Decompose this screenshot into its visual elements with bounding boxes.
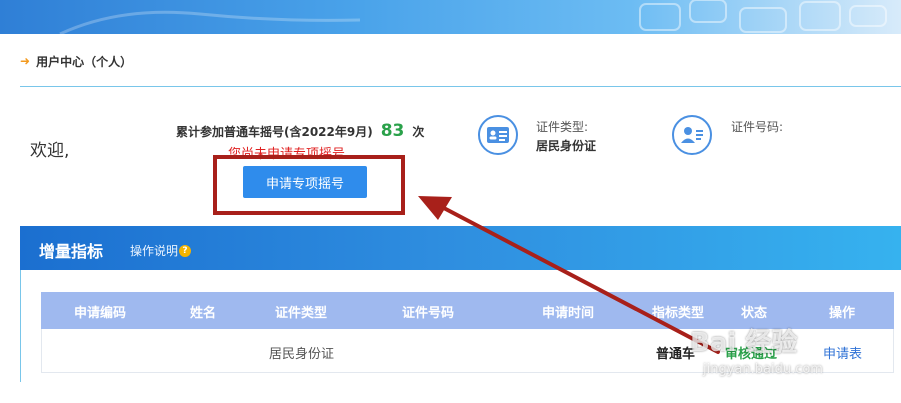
page-heading: ➜ 用户中心（个人） xyxy=(20,52,132,70)
id-type-value: 居民身份证 xyxy=(536,139,597,153)
application-form-link[interactable]: 申请表 xyxy=(823,343,862,362)
page-title: 用户中心（个人） xyxy=(36,54,133,69)
th-status: 状态 xyxy=(741,306,768,321)
th-id-number: 证件号码 xyxy=(402,306,455,321)
baidu-watermark-url: jingyan.baidu.com xyxy=(703,362,823,377)
id-type-label: 证件类型: xyxy=(536,120,589,134)
participation-unit: 次 xyxy=(412,125,425,139)
question-icon: ? xyxy=(179,244,192,257)
cell-id-type: 居民身份证 xyxy=(269,347,335,362)
id-card-icon xyxy=(478,115,518,155)
participation-number: 83 xyxy=(380,121,405,141)
annotation-box xyxy=(213,155,405,215)
help-link-label: 操作说明 xyxy=(130,244,179,258)
heading-divider xyxy=(20,86,901,87)
participation-count: 累计参加普通车摇号(含2022年9月) 83 次 xyxy=(176,121,424,141)
th-quota-type: 指标类型 xyxy=(652,306,705,321)
section-title: 增量指标 xyxy=(39,242,104,261)
operation-help-link[interactable]: 操作说明 ? xyxy=(130,242,192,259)
welcome-text: 欢迎, xyxy=(30,141,70,161)
th-action: 操作 xyxy=(829,306,856,321)
top-banner xyxy=(0,0,901,34)
arrow-right-icon: ➜ xyxy=(20,54,31,68)
banner-pattern xyxy=(59,0,887,34)
participation-label: 累计参加普通车摇号(含2022年9月) xyxy=(176,125,373,139)
th-application-code: 申请编码 xyxy=(74,306,127,321)
th-name: 姓名 xyxy=(190,306,217,321)
th-id-type: 证件类型 xyxy=(275,306,328,321)
user-card-icon xyxy=(672,115,712,155)
id-number-label: 证件号码: xyxy=(731,120,784,134)
th-apply-time: 申请时间 xyxy=(542,306,595,321)
baidu-watermark-logo: Bai 经验 xyxy=(690,328,798,358)
